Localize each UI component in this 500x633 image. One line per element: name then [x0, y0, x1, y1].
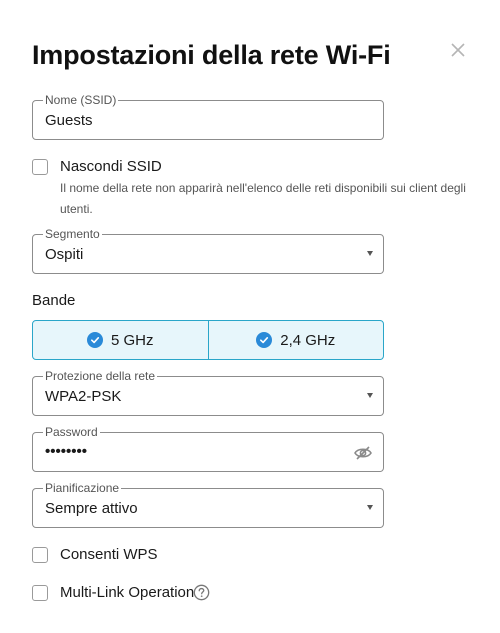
- chevron-down-icon: [367, 393, 373, 398]
- check-circle-icon: [256, 332, 273, 348]
- mlo-checkbox[interactable]: [32, 585, 48, 601]
- dialog-title: Impostazioni della rete Wi-Fi: [32, 40, 391, 70]
- bands-toggle-group: 5 GHz 2,4 GHz: [32, 320, 384, 360]
- segment-value: Ospiti: [45, 246, 84, 263]
- schedule-legend: Pianificazione: [43, 481, 122, 495]
- ssid-field[interactable]: Nome (SSID) Guests: [32, 93, 384, 140]
- wps-label[interactable]: Consenti WPS: [60, 546, 158, 564]
- close-icon[interactable]: [448, 40, 468, 60]
- hide-ssid-label[interactable]: Nascondi SSID: [60, 158, 162, 176]
- help-icon[interactable]: [193, 584, 210, 601]
- ssid-value[interactable]: Guests: [45, 112, 93, 130]
- band-5ghz-label: 5 GHz: [110, 331, 154, 349]
- chevron-down-icon: [367, 505, 373, 510]
- password-legend: Password: [43, 425, 100, 439]
- segment-legend: Segmento: [43, 227, 102, 241]
- schedule-value: Sempre attivo: [45, 500, 138, 517]
- security-legend: Protezione della rete: [43, 369, 158, 383]
- chevron-down-icon: [367, 251, 373, 256]
- schedule-select[interactable]: Pianificazione Sempre attivo: [32, 481, 384, 528]
- wps-checkbox[interactable]: [32, 547, 48, 563]
- security-select[interactable]: Protezione della rete WPA2-PSK: [32, 369, 384, 416]
- mlo-label[interactable]: Multi-Link Operation: [60, 584, 194, 602]
- hide-ssid-checkbox[interactable]: [32, 159, 48, 175]
- bands-label: Bande: [32, 292, 76, 309]
- security-value: WPA2-PSK: [45, 388, 122, 405]
- band-2-4ghz-option[interactable]: 2,4 GHz: [207, 321, 384, 359]
- band-5ghz-option[interactable]: 5 GHz: [33, 321, 208, 359]
- ssid-legend: Nome (SSID): [43, 93, 119, 107]
- password-value[interactable]: ••••••••: [45, 443, 87, 461]
- eye-off-icon[interactable]: [353, 443, 373, 463]
- segment-select[interactable]: Segmento Ospiti: [32, 227, 384, 274]
- hide-ssid-hint: Il nome della rete non apparirà nell'ele…: [60, 181, 466, 216]
- band-2-4ghz-label: 2,4 GHz: [280, 331, 336, 349]
- check-circle-icon: [86, 332, 103, 348]
- password-field[interactable]: Password ••••••••: [32, 425, 384, 472]
